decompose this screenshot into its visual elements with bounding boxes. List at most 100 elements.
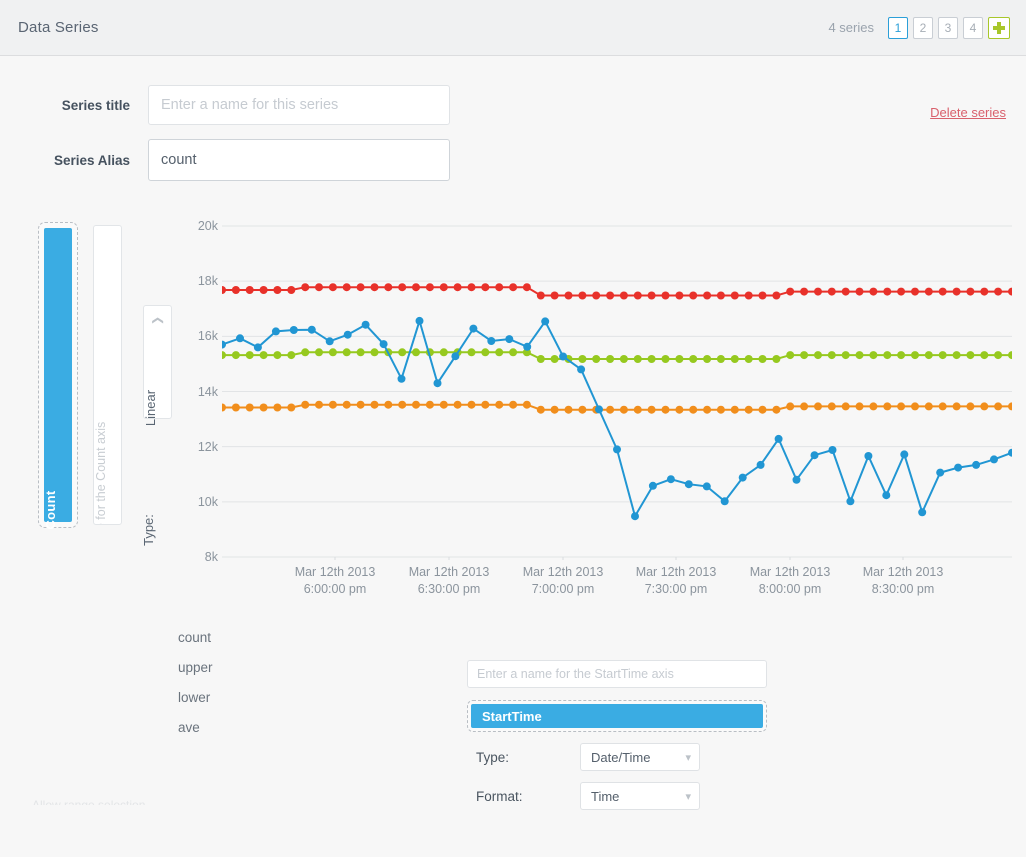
series-point-lower <box>814 402 822 410</box>
series-point-upper <box>523 283 531 291</box>
chevron-down-icon: ▾ <box>685 790 691 803</box>
series-point-ave <box>592 355 600 363</box>
series-point-lower <box>551 406 559 414</box>
series-point-count <box>990 455 998 463</box>
series-point-upper <box>592 292 600 300</box>
series-point-lower <box>828 402 836 410</box>
series-point-upper <box>994 288 1002 296</box>
x-axis-format-select[interactable]: Time ▾ <box>580 782 700 810</box>
series-point-count <box>703 482 711 490</box>
series-point-lower <box>911 402 919 410</box>
series-point-count <box>1008 449 1012 457</box>
x-axis-field-tag-label: StartTime <box>482 709 542 724</box>
x-axis-tick-labels: Mar 12th 20136:00:00 pmMar 12th 20136:30… <box>222 564 1012 610</box>
series-point-count <box>505 335 513 343</box>
series-point-count <box>541 317 549 325</box>
series-title-input[interactable] <box>148 85 450 125</box>
series-page-3[interactable]: 3 <box>938 17 958 39</box>
series-point-count <box>846 497 854 505</box>
series-point-upper <box>675 292 683 300</box>
series-point-count <box>380 340 388 348</box>
series-page-1[interactable]: 1 <box>888 17 908 39</box>
series-form: Series title Series Alias Delete series <box>0 56 1026 181</box>
series-point-count <box>918 508 926 516</box>
y-axis-scale-select[interactable]: ❯ Linear <box>143 305 172 419</box>
series-point-ave <box>772 355 780 363</box>
series-point-lower <box>675 406 683 414</box>
series-point-ave <box>925 351 933 359</box>
series-alias-input[interactable] <box>148 139 450 181</box>
series-point-lower <box>426 401 434 409</box>
series-point-upper <box>662 292 670 300</box>
series-point-count <box>954 464 962 472</box>
series-point-lower <box>648 406 656 414</box>
series-point-ave <box>537 355 545 363</box>
series-point-lower <box>357 401 365 409</box>
series-point-ave <box>703 355 711 363</box>
x-tick-time: 7:30:00 pm <box>645 582 708 596</box>
x-axis-name-input[interactable] <box>467 660 767 688</box>
series-point-ave <box>828 351 836 359</box>
series-point-upper <box>578 292 586 300</box>
x-axis-field-tag[interactable]: StartTime <box>471 704 763 728</box>
series-point-upper <box>606 292 614 300</box>
series-point-ave <box>357 348 365 356</box>
series-point-lower <box>939 402 947 410</box>
series-point-ave <box>689 355 697 363</box>
series-point-lower <box>745 406 753 414</box>
x-axis-type-select[interactable]: Date/Time ▾ <box>580 743 700 771</box>
series-point-upper <box>856 288 864 296</box>
series-list-item[interactable]: ave <box>178 720 318 735</box>
series-page-2[interactable]: 2 <box>913 17 933 39</box>
series-point-upper <box>620 292 628 300</box>
delete-series-link[interactable]: Delete series <box>930 105 1006 120</box>
series-list-item[interactable]: upper <box>178 660 318 675</box>
series-point-count <box>469 325 477 333</box>
series-point-lower <box>495 401 503 409</box>
series-point-ave <box>759 355 767 363</box>
series-point-upper <box>759 292 767 300</box>
series-point-ave <box>232 351 240 359</box>
series-point-ave <box>856 351 864 359</box>
series-point-ave <box>953 351 961 359</box>
x-axis-dropzone[interactable]: StartTime <box>467 700 767 732</box>
series-point-count <box>308 326 316 334</box>
x-axis-panel: StartTime Type: Date/Time ▾ Format: Time… <box>467 660 767 810</box>
series-point-upper <box>786 288 794 296</box>
series-point-upper <box>371 283 379 291</box>
series-point-ave <box>301 348 309 356</box>
series-point-lower <box>246 404 254 412</box>
x-tick-date: Mar 12th 2013 <box>750 565 831 579</box>
x-tick-label: Mar 12th 20138:30:00 pm <box>863 564 944 598</box>
y-tick-label: 14k <box>198 385 218 399</box>
series-list-item[interactable]: count <box>178 630 318 645</box>
chart-section: Count Enter a name for the Count axis ❯ … <box>0 212 1026 612</box>
series-point-upper <box>883 288 891 296</box>
series-list-item[interactable]: lower <box>178 690 318 705</box>
series-point-lower <box>287 404 295 412</box>
series-point-count <box>649 482 657 490</box>
series-name-list: count upper lower ave <box>178 630 318 750</box>
series-point-count <box>487 337 495 345</box>
series-title-label: Series title <box>0 98 148 113</box>
y-axis-type-label: Type: <box>141 514 156 546</box>
series-point-lower <box>509 401 517 409</box>
series-point-ave <box>897 351 905 359</box>
series-point-lower <box>994 402 1002 410</box>
series-point-count <box>344 331 352 339</box>
series-point-lower <box>759 406 767 414</box>
y-axis-dropzone[interactable]: Count <box>38 222 78 528</box>
y-axis-name-input[interactable]: Enter a name for the Count axis <box>93 225 122 525</box>
add-series-button[interactable] <box>988 17 1010 39</box>
series-count-label: 4 series <box>828 20 874 35</box>
series-point-count <box>451 352 459 360</box>
series-page-4[interactable]: 4 <box>963 17 983 39</box>
series-point-lower <box>315 401 323 409</box>
series-point-lower <box>1008 402 1012 410</box>
series-point-lower <box>578 406 586 414</box>
series-point-upper <box>232 286 240 294</box>
series-point-count <box>577 365 585 373</box>
y-axis-field-tag[interactable]: Count <box>44 228 72 522</box>
series-point-ave <box>648 355 656 363</box>
series-point-ave <box>966 351 974 359</box>
